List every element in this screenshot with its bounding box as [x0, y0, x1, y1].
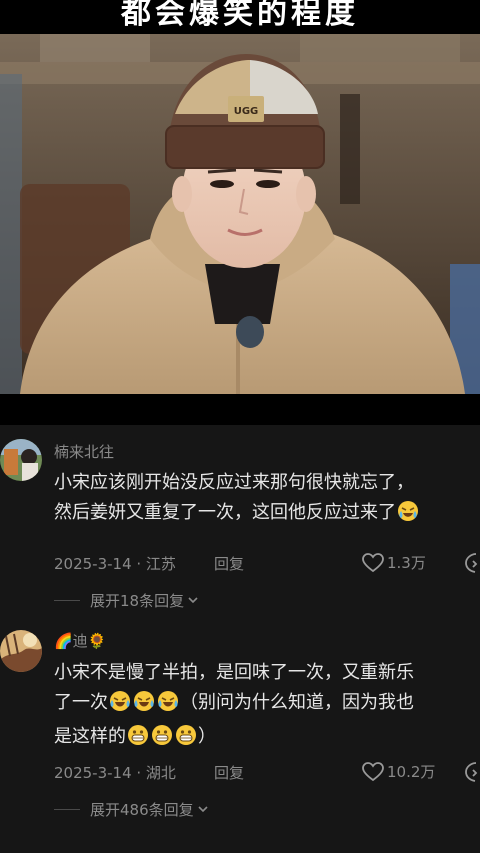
expand-replies-button[interactable]: 展开18条回复	[54, 589, 199, 611]
comment-text-line: 是这样的）	[54, 722, 478, 756]
comment-username[interactable]: 楠来北往	[54, 441, 114, 462]
comment-text: 小宋不是慢了半拍，是回味了一次，又重新乐 了一次 （别问为什么知道，因为我也 是这…	[54, 658, 478, 756]
video-player[interactable]: 都会爆笑的程度 UGG	[0, 0, 480, 425]
heart-icon	[362, 761, 384, 781]
avatar[interactable]	[0, 439, 42, 481]
laughing-crying-emoji	[133, 690, 155, 722]
dislike-button[interactable]	[464, 553, 480, 577]
video-still-image: UGG	[0, 34, 480, 394]
grinning-emoji	[175, 724, 197, 756]
laughing-crying-emoji	[157, 690, 179, 722]
video-caption-bar: 都会爆笑的程度	[0, 0, 480, 34]
comment-meta: 2025-3-14 · 江苏 回复 1.3万	[54, 552, 480, 577]
grinning-emoji	[151, 724, 173, 756]
beanie-logo-text: UGG	[234, 106, 259, 117]
video-frame[interactable]: UGG	[0, 34, 480, 394]
reply-button[interactable]: 回复	[214, 553, 244, 574]
comment-date-location: 2025-3-14 · 江苏	[54, 555, 176, 573]
comment-text-line: 了一次 （别问为什么知道，因为我也	[54, 688, 478, 722]
like-count: 1.3万	[387, 554, 426, 572]
like-button[interactable]: 1.3万	[362, 552, 426, 573]
like-count: 10.2万	[387, 763, 436, 781]
expand-replies-label: 展开486条回复	[90, 800, 194, 819]
comment-username[interactable]: 🌈迪🌻	[54, 630, 106, 651]
comment-text-line: 小宋不是慢了半拍，是回味了一次，又重新乐	[54, 662, 414, 683]
dislike-button[interactable]	[464, 762, 480, 786]
video-caption: 都会爆笑的程度	[121, 0, 359, 31]
divider	[54, 808, 80, 810]
crying-laughing-emoji	[397, 500, 419, 532]
reply-button[interactable]: 回复	[214, 762, 244, 783]
expand-replies-label: 展开18条回复	[90, 591, 185, 610]
chevron-down-icon	[188, 597, 198, 604]
chevron-down-icon	[198, 806, 208, 813]
like-button[interactable]: 10.2万	[362, 761, 435, 782]
laughing-crying-emoji	[109, 690, 131, 722]
comment-text: 小宋应该刚开始没反应过来那句很快就忘了， 然后姜妍又重复了一次，这回他反应过来了	[54, 468, 478, 532]
expand-replies-button[interactable]: 展开486条回复	[54, 798, 209, 820]
heart-icon	[362, 552, 384, 572]
grinning-emoji	[127, 724, 149, 756]
avatar[interactable]	[0, 630, 42, 672]
dislike-icon	[465, 762, 478, 782]
comment-text-line: 小宋应该刚开始没反应过来那句很快就忘了，	[54, 472, 414, 493]
dislike-icon	[465, 553, 478, 573]
screen: 都会爆笑的程度 UGG 楠来北往 小宋应该刚开始没反应过来那句很快就忘了， 然后…	[0, 0, 480, 853]
divider	[54, 599, 80, 601]
comment-meta: 2025-3-14 · 湖北 回复 10.2万	[54, 761, 480, 786]
comment-list: 楠来北往 小宋应该刚开始没反应过来那句很快就忘了， 然后姜妍又重复了一次，这回他…	[0, 425, 480, 853]
comment-text-line: 然后姜妍又重复了一次，这回他反应过来了	[54, 498, 478, 532]
comment-date-location: 2025-3-14 · 湖北	[54, 764, 176, 782]
